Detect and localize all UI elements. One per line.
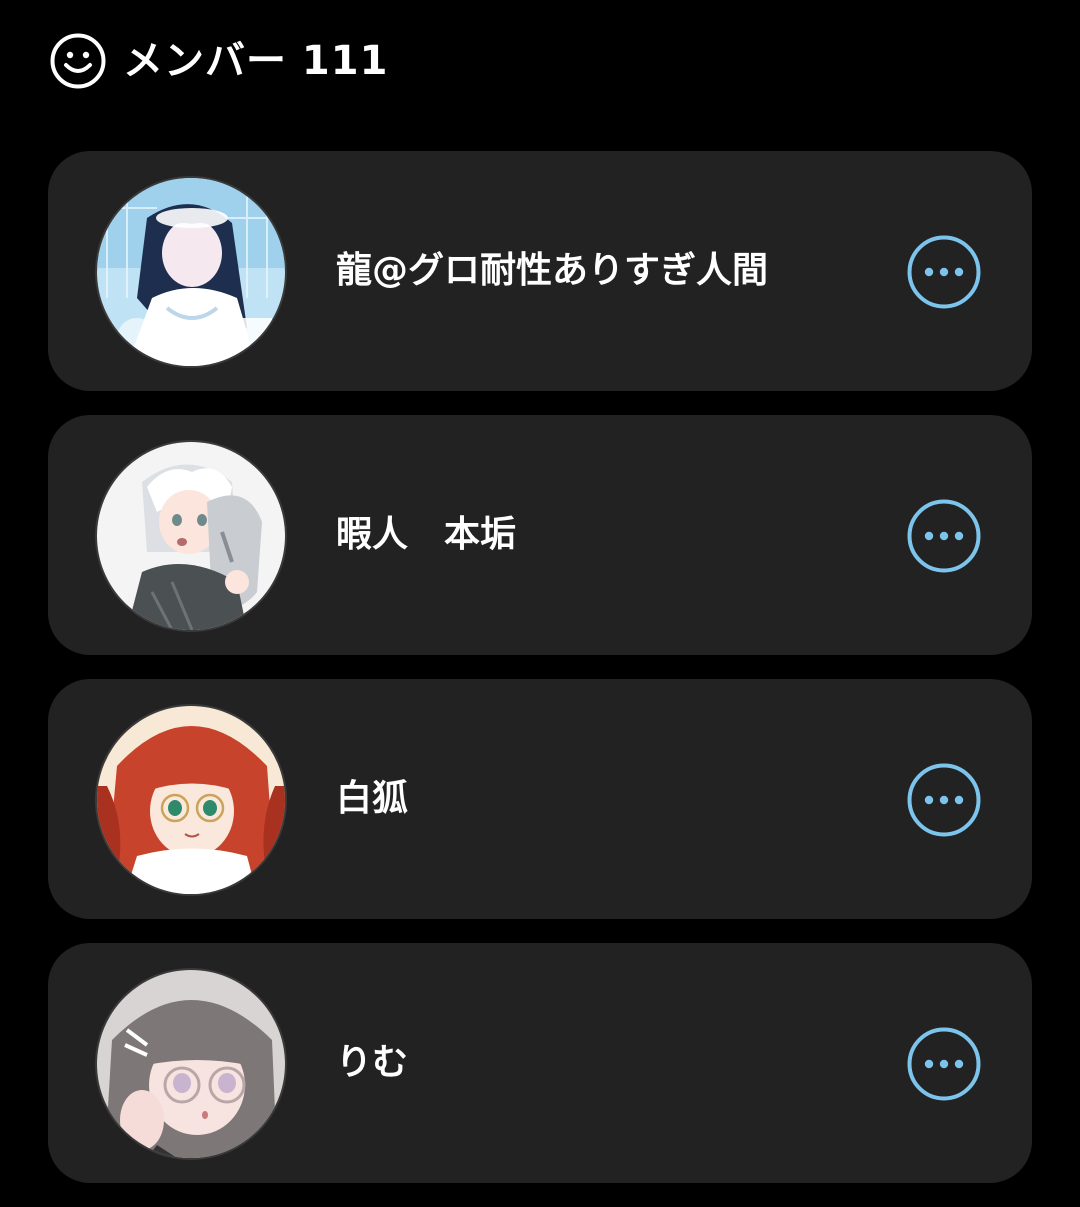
- more-options-button[interactable]: [907, 235, 981, 309]
- member-row[interactable]: 白狐: [48, 679, 1032, 919]
- members-title: メンバー 111: [123, 38, 389, 84]
- member-name: 暇人 本垢: [336, 514, 517, 555]
- member-name: 白狐: [336, 778, 409, 819]
- member-name: りむ: [336, 1042, 409, 1083]
- more-options-icon: [907, 499, 981, 573]
- member-list: 龍@グロ耐性ありすぎ人間 暇人 本垢 白狐 りむ: [48, 151, 1032, 1207]
- member-row[interactable]: 暇人 本垢: [48, 415, 1032, 655]
- more-options-button[interactable]: [907, 499, 981, 573]
- more-options-icon: [907, 1027, 981, 1101]
- member-row[interactable]: 龍@グロ耐性ありすぎ人間: [48, 151, 1032, 391]
- member-avatar[interactable]: [97, 706, 285, 894]
- more-options-icon: [907, 235, 981, 309]
- member-name: 龍@グロ耐性ありすぎ人間: [336, 250, 769, 291]
- members-header: メンバー 111: [50, 33, 388, 89]
- more-options-button[interactable]: [907, 1027, 981, 1101]
- smiley-face-icon: [50, 33, 106, 89]
- more-options-icon: [907, 763, 981, 837]
- member-row[interactable]: りむ: [48, 943, 1032, 1183]
- member-avatar[interactable]: [97, 970, 285, 1158]
- member-avatar[interactable]: [97, 178, 285, 366]
- more-options-button[interactable]: [907, 763, 981, 837]
- member-avatar[interactable]: [97, 442, 285, 630]
